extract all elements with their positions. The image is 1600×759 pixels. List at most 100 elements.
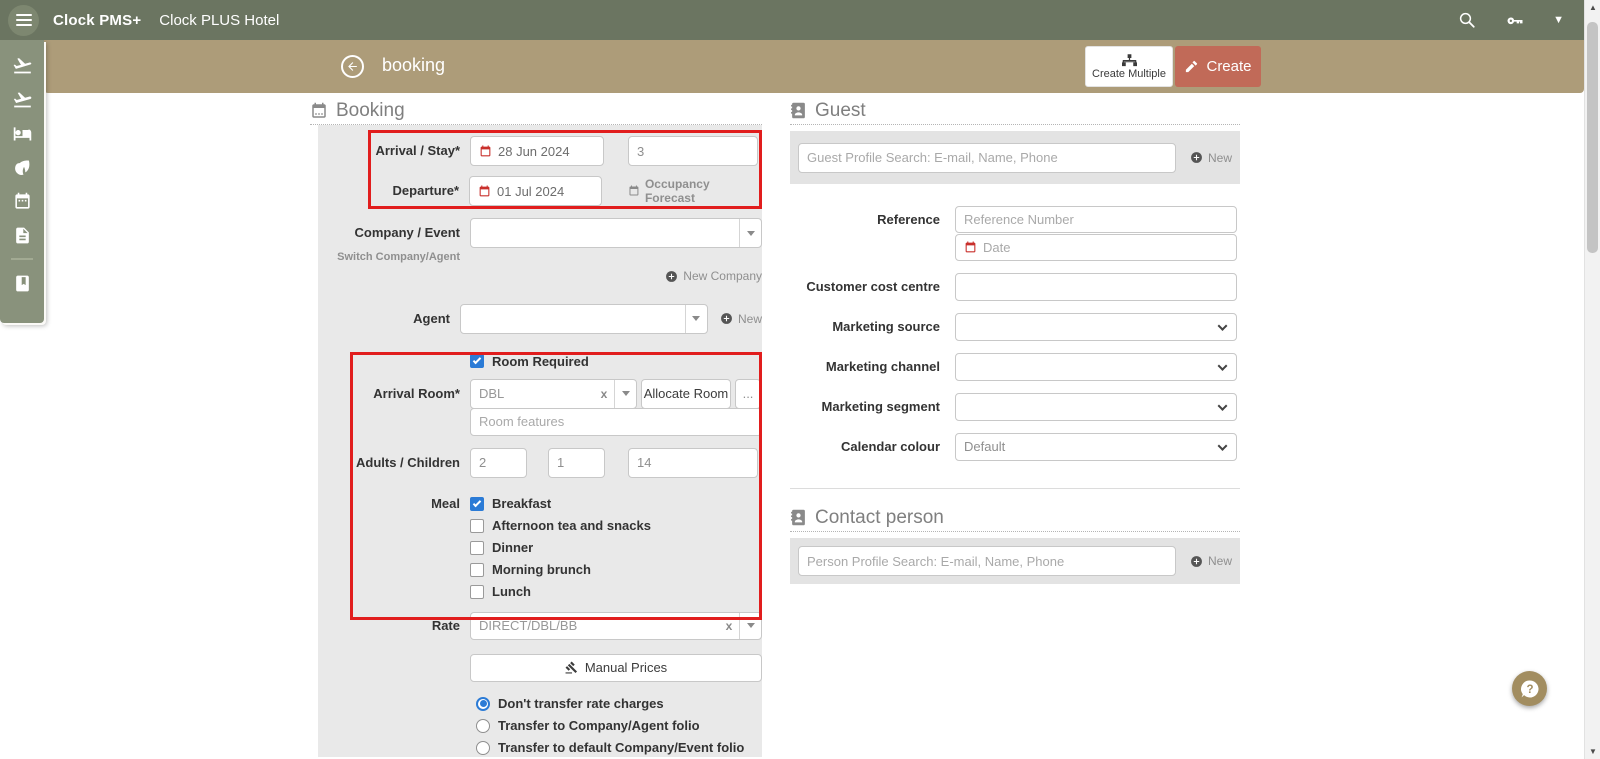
occupancy-forecast-link[interactable]: Occupancy Forecast bbox=[628, 177, 762, 205]
marketing-channel-select[interactable] bbox=[955, 353, 1237, 381]
calendar-icon bbox=[479, 145, 492, 158]
guest-profile-search-input[interactable] bbox=[798, 143, 1176, 173]
arrival-room-combobox[interactable]: DBL x bbox=[470, 379, 637, 409]
plus-circle-icon bbox=[665, 270, 678, 283]
sidebar-item-rooms[interactable] bbox=[0, 116, 44, 150]
hamburger-menu-icon[interactable] bbox=[8, 5, 39, 36]
clear-icon[interactable]: x bbox=[594, 380, 614, 408]
plus-circle-icon bbox=[720, 312, 733, 325]
booking-calendar-icon bbox=[310, 102, 328, 120]
new-company-link[interactable]: New Company bbox=[665, 269, 762, 283]
help-button[interactable]: ? bbox=[1512, 671, 1547, 706]
departure-date-field[interactable]: 01 Jul 2024 bbox=[469, 176, 602, 206]
more-options-button[interactable]: ... bbox=[735, 379, 761, 409]
children-input[interactable] bbox=[548, 448, 605, 478]
person-profile-search-input[interactable] bbox=[798, 546, 1176, 576]
sidebar-item-eco[interactable] bbox=[0, 150, 44, 184]
sidebar-item-documents[interactable] bbox=[0, 218, 44, 252]
guest-section: Guest New Reference Date Customer cost c… bbox=[790, 100, 1240, 584]
combo-caret-icon[interactable] bbox=[739, 219, 761, 247]
hotel-name: Clock PLUS Hotel bbox=[159, 12, 279, 29]
calendar-icon bbox=[478, 185, 491, 198]
transfer-option-label: Transfer to default Company/Event folio bbox=[498, 740, 744, 755]
create-button[interactable]: Create bbox=[1175, 46, 1261, 87]
scroll-up-arrow[interactable]: ▲ bbox=[1585, 3, 1600, 12]
create-multiple-label: Create Multiple bbox=[1092, 68, 1166, 80]
search-icon[interactable] bbox=[1457, 10, 1477, 30]
sidebar-divider bbox=[11, 258, 33, 260]
combo-caret-icon[interactable] bbox=[614, 380, 636, 408]
scroll-down-arrow[interactable]: ▼ bbox=[1585, 747, 1600, 756]
arrival-date-field[interactable]: 28 Jun 2024 bbox=[470, 136, 604, 166]
meal-morning-brunch-checkbox[interactable] bbox=[470, 563, 484, 577]
arrival-room-label: Arrival Room* bbox=[318, 379, 466, 409]
adults-input[interactable] bbox=[470, 448, 527, 478]
left-nav-sidebar bbox=[0, 40, 44, 323]
gavel-icon bbox=[565, 661, 578, 674]
sidebar-item-bookings[interactable] bbox=[0, 266, 44, 300]
room-required-label: Room Required bbox=[492, 354, 589, 369]
stay-nights-input[interactable] bbox=[628, 136, 758, 166]
sidebar-item-flight-arrival[interactable] bbox=[0, 48, 44, 82]
dont-transfer-radio[interactable] bbox=[476, 697, 490, 711]
room-features-input[interactable] bbox=[470, 408, 762, 436]
reference-date-placeholder: Date bbox=[983, 240, 1010, 255]
caret-down-icon[interactable]: ▼ bbox=[1553, 14, 1564, 26]
scrollbar-thumb[interactable] bbox=[1587, 22, 1598, 253]
transfer-option-row: Don't transfer rate charges bbox=[476, 696, 664, 712]
key-icon[interactable] bbox=[1505, 10, 1525, 30]
rate-label: Rate bbox=[318, 612, 466, 640]
marketing-source-select[interactable] bbox=[955, 313, 1237, 341]
rate-combobox[interactable]: DIRECT/DBL/BB x bbox=[470, 612, 762, 640]
manual-prices-button[interactable]: Manual Prices bbox=[470, 654, 762, 682]
meal-option-row: Afternoon tea and snacks bbox=[470, 518, 651, 534]
sidebar-item-calendar[interactable] bbox=[0, 184, 44, 218]
room-required-checkbox[interactable] bbox=[470, 354, 484, 368]
meal-afternoon-tea-checkbox[interactable] bbox=[470, 519, 484, 533]
new-guest-link[interactable]: New bbox=[1190, 151, 1232, 165]
meal-option-row: Morning brunch bbox=[470, 562, 591, 578]
meal-dinner-checkbox[interactable] bbox=[470, 541, 484, 555]
switch-company-agent-link[interactable]: Switch Company/Agent bbox=[318, 251, 460, 263]
transfer-option-row: Transfer to Company/Agent folio bbox=[476, 718, 700, 734]
contact-person-section-title: Contact person bbox=[815, 507, 944, 529]
company-event-combobox[interactable] bbox=[470, 218, 762, 248]
customer-cost-centre-input[interactable] bbox=[955, 273, 1237, 301]
create-multiple-button[interactable]: Create Multiple bbox=[1085, 46, 1173, 87]
clear-icon[interactable]: x bbox=[719, 613, 739, 639]
app-name: Clock PMS+ bbox=[53, 12, 141, 29]
meal-option-label: Breakfast bbox=[492, 496, 551, 511]
chevron-down-icon bbox=[1218, 321, 1228, 331]
child-age-input[interactable] bbox=[628, 448, 758, 478]
page-toolbar: booking Create Multiple Create bbox=[44, 40, 1584, 93]
reference-date-field[interactable]: Date bbox=[955, 234, 1237, 261]
section-divider bbox=[790, 488, 1240, 489]
sidebar-item-flight-departure[interactable] bbox=[0, 82, 44, 116]
adults-children-label: Adults / Children bbox=[318, 448, 466, 478]
plus-circle-icon bbox=[1190, 151, 1203, 164]
allocate-room-button[interactable]: Allocate Room bbox=[641, 379, 731, 409]
calendar-colour-select[interactable]: Default bbox=[955, 433, 1237, 461]
combo-caret-icon[interactable] bbox=[685, 305, 707, 333]
agent-combobox[interactable] bbox=[460, 304, 708, 334]
agent-label: Agent bbox=[318, 304, 456, 334]
back-icon[interactable] bbox=[341, 55, 364, 78]
calendar-icon bbox=[628, 185, 640, 197]
contact-book-icon bbox=[790, 509, 807, 526]
combo-caret-icon[interactable] bbox=[739, 613, 761, 639]
create-label: Create bbox=[1206, 58, 1251, 75]
marketing-segment-select[interactable] bbox=[955, 393, 1237, 421]
svg-text:?: ? bbox=[1526, 684, 1533, 696]
reference-number-input[interactable] bbox=[955, 206, 1237, 233]
new-contact-link[interactable]: New bbox=[1190, 554, 1232, 568]
question-bubble-icon: ? bbox=[1518, 677, 1542, 701]
guest-search-panel: New bbox=[790, 131, 1240, 184]
meal-lunch-checkbox[interactable] bbox=[470, 585, 484, 599]
meal-breakfast-checkbox[interactable] bbox=[470, 497, 484, 511]
contact-search-panel: New bbox=[790, 538, 1240, 584]
new-agent-link[interactable]: New bbox=[720, 312, 762, 326]
company-event-label: Company / Event bbox=[318, 218, 460, 248]
transfer-default-company-radio[interactable] bbox=[476, 741, 490, 755]
pen-icon bbox=[1184, 59, 1199, 74]
transfer-company-agent-radio[interactable] bbox=[476, 719, 490, 733]
